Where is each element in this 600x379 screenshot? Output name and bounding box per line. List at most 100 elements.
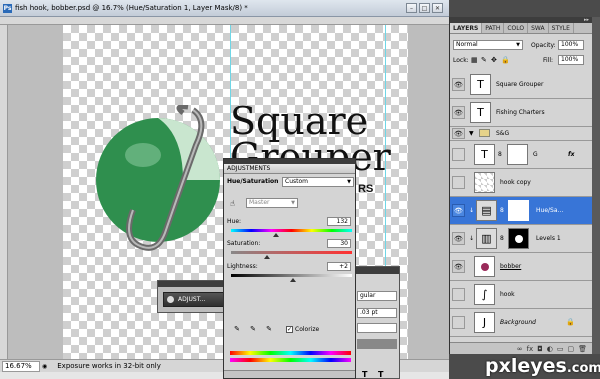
layer-mask-thumbnail[interactable] [507,144,528,165]
visibility-eye-icon[interactable]: 👁 [452,106,465,119]
panel-tabs: LAYERS PATH COLO SWA STYLE [450,23,592,34]
eyedropper-minus-icon[interactable]: ✎ [264,324,274,334]
hue-slider-thumb[interactable] [272,233,279,237]
visibility-eye-icon[interactable]: 👁 [452,232,465,245]
visibility-eye-icon[interactable]: 👁 [452,128,465,139]
layer-thumbnail [474,172,495,193]
hand-adjust-icon[interactable]: ☝ [230,199,235,208]
add-mask-icon[interactable]: ◘ [537,345,543,353]
layer-name: hook copy [500,179,531,186]
visibility-eye-icon[interactable]: · [452,176,465,189]
lock-transparency-icon[interactable]: ▦ [471,56,478,64]
adjustment-type-label: Hue/Saturation [227,178,279,185]
layer-effects-icon[interactable]: fx [568,151,574,158]
visibility-eye-icon[interactable]: · [452,288,465,301]
minimize-icon[interactable]: – [406,3,417,13]
channel-select[interactable]: Master ▼ [246,198,298,208]
visibility-eye-icon[interactable]: · [452,316,465,329]
opacity-field[interactable]: 100% [558,40,584,50]
layers-panel: ▸▸ LAYERS PATH COLO SWA STYLE Normal ▼ O… [449,17,593,354]
clip-indicator-icon: ↓ [469,207,475,214]
lock-pixels-icon[interactable]: ✎ [481,56,487,64]
visibility-eye-icon[interactable]: · [452,148,465,161]
delete-layer-icon[interactable]: 🗑 [578,345,587,353]
leading-field[interactable]: .03 pt [357,308,397,318]
eyedropper-icon[interactable]: ✎ [232,324,242,334]
lock-position-icon[interactable]: ✥ [491,56,497,64]
adjust-button[interactable]: ADJUST... [163,292,226,307]
link-layers-icon[interactable]: ∞ [517,345,523,353]
close-icon[interactable]: ✕ [432,3,443,13]
color-swatch[interactable] [357,339,397,349]
saturation-value-field[interactable]: 30 [327,239,351,248]
lightness-value-field[interactable]: +2 [327,262,351,271]
layer-name: Levels 1 [536,235,561,242]
canvas-text-square: Square [230,99,369,143]
layer-row[interactable]: · T 8 G fx [450,141,593,169]
hue-slider[interactable] [231,229,352,232]
panel-drag-bar[interactable] [158,281,230,287]
eyedropper-plus-icon[interactable]: ✎ [248,324,258,334]
layer-row[interactable]: · ∫ hook [450,281,593,309]
chevron-down-icon[interactable]: ▼ [469,130,474,137]
collapse-icon[interactable]: ▸▸ [584,17,589,23]
folder-icon [479,129,490,137]
adjust-panel-collapsed: ADJUST... [157,280,231,313]
document-title-bar[interactable]: Ps fish hook, bobber.psd @ 16.7% (Hue/Sa… [0,0,449,17]
lightness-slider[interactable] [231,274,352,277]
tab-color[interactable]: COLO [504,23,529,33]
font-style-field[interactable]: gular [357,291,397,301]
vertical-ruler[interactable] [0,25,8,359]
maximize-icon[interactable]: □ [419,3,430,13]
chain-link-icon[interactable]: 8 [500,235,504,242]
lightness-slider-thumb[interactable] [289,278,296,282]
faux-italic-icon[interactable]: T [378,370,383,379]
chain-link-icon[interactable]: 8 [498,151,502,158]
watermark-logo: pxleyes.com [485,355,600,377]
layer-mask-thumbnail[interactable] [508,228,529,249]
saturation-slider-thumb[interactable] [264,255,271,259]
colorize-checkbox[interactable]: ✓ [286,326,293,333]
layer-row[interactable]: 👁 T Fishing Charters [450,99,593,127]
visibility-eye-icon[interactable]: 👁 [452,260,465,273]
document-title: fish hook, bobber.psd @ 16.7% (Hue/Satur… [15,4,248,12]
adjust-icon [167,296,174,303]
tracking-field[interactable] [357,323,397,333]
new-layer-icon[interactable]: ▢ [567,345,574,353]
layer-row[interactable]: · J Background 🔒 [450,309,593,337]
info-icon[interactable]: ◉ [42,363,47,370]
preset-select[interactable]: Custom ▼ [282,177,354,187]
faux-bold-icon[interactable]: T [362,370,367,379]
layer-row[interactable]: 👁 bobber [450,253,593,281]
vertical-scrollbar[interactable] [592,17,600,354]
tab-layers[interactable]: LAYERS [450,23,483,33]
fill-field[interactable]: 100% [558,55,584,65]
tab-swatches[interactable]: SWA [528,23,549,33]
visibility-eye-icon[interactable]: 👁 [452,204,465,217]
blend-mode-select[interactable]: Normal ▼ [453,40,523,50]
adjustment-layer-icon[interactable]: ◐ [547,345,553,353]
levels-icon: ▥ [476,228,497,249]
layer-row[interactable]: 👁 T Square Grouper [450,71,593,99]
layer-group-row[interactable]: 👁 ▼ S&G [450,127,593,141]
saturation-slider[interactable] [231,251,352,254]
channel-value: Master [249,199,270,206]
adjustments-tab[interactable]: ADJUSTMENTS [224,164,355,174]
lock-all-icon[interactable]: 🔒 [501,56,510,64]
tab-styles[interactable]: STYLE [549,23,574,33]
layer-row[interactable]: 👁 ↓ ▥ 8 Levels 1 [450,225,593,253]
layer-mask-thumbnail[interactable] [508,200,529,221]
visibility-eye-icon[interactable]: 👁 [452,78,465,91]
layer-row-selected[interactable]: 👁 ↓ ▤ 8 Hue/Sa... [450,197,593,225]
hue-value-field[interactable]: 132 [327,217,351,226]
new-group-icon[interactable]: ▭ [557,345,564,353]
zoom-field[interactable]: 16.67% [2,360,40,372]
chain-link-icon[interactable]: 8 [500,207,504,214]
colorize-checkbox-row[interactable]: ✓ Colorize [286,326,319,333]
fx-icon[interactable]: fx [527,345,534,353]
horizontal-ruler[interactable] [0,17,449,25]
tab-paths[interactable]: PATH [482,23,505,33]
layer-row[interactable]: · hook copy [450,169,593,197]
chevron-down-icon: ▼ [516,42,520,48]
panel-drag-bar[interactable] [354,267,399,274]
